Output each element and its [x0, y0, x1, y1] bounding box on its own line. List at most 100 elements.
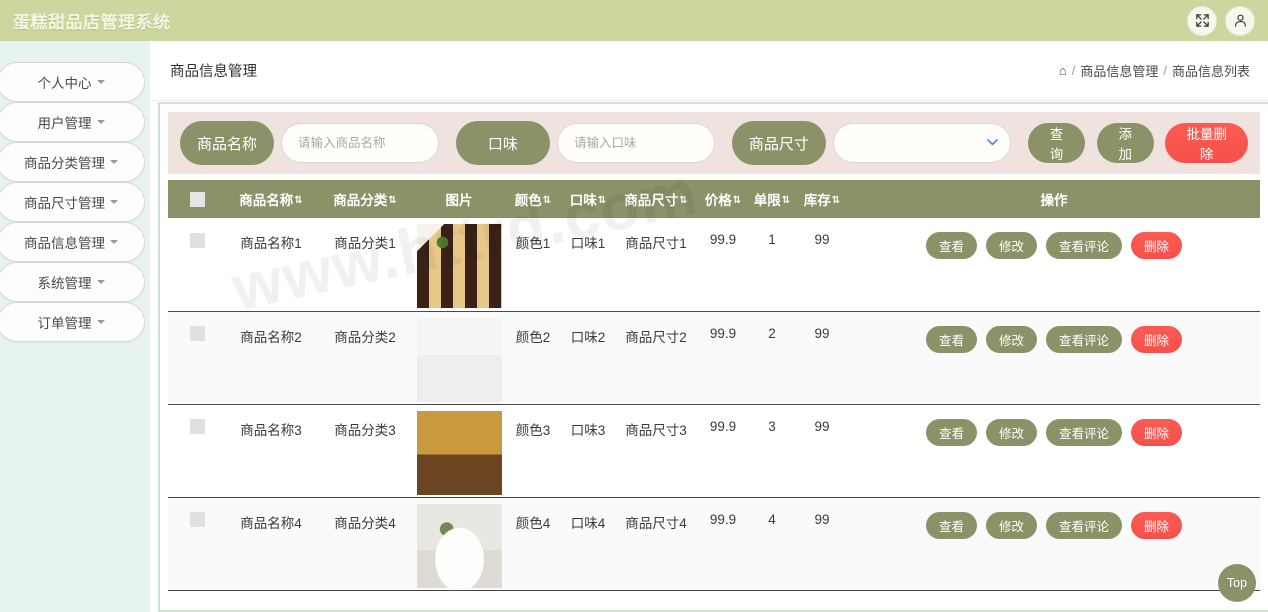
breadcrumb-separator: /: [1163, 63, 1167, 78]
row-select-cell[interactable]: [168, 311, 226, 405]
app-title: 蛋糕甜品店管理系统: [13, 13, 171, 32]
table-header-price[interactable]: 价格⇅: [698, 180, 748, 218]
row-checkbox[interactable]: [189, 419, 205, 435]
product-thumbnail[interactable]: [416, 503, 502, 588]
sidebar-item-order-management[interactable]: 订单管理: [0, 302, 145, 342]
cell-product-name: 商品名称3: [226, 404, 316, 498]
cell-category: 商品分类2: [316, 311, 414, 405]
delete-button[interactable]: 删除: [1131, 511, 1183, 539]
sidebar-item-label: 商品尺寸管理: [24, 196, 105, 211]
add-button[interactable]: 添加: [1096, 123, 1154, 163]
chevron-down-icon: [110, 240, 118, 244]
main-content: 商品信息管理 ⌂ / 商品信息管理 / 商品信息列表 商品名称 口味 商品尺寸: [150, 41, 1268, 612]
select-all-checkbox[interactable]: [189, 191, 205, 207]
table-header-flavor[interactable]: 口味⇅: [562, 180, 614, 218]
header-label: 商品分类: [333, 193, 388, 208]
delete-button[interactable]: 删除: [1131, 325, 1183, 353]
row-checkbox[interactable]: [189, 326, 205, 342]
view-comments-button[interactable]: 查看评论: [1046, 418, 1123, 446]
view-button[interactable]: 查看: [925, 418, 977, 446]
view-comments-button[interactable]: 查看评论: [1046, 232, 1123, 259]
breadcrumb: ⌂ / 商品信息管理 / 商品信息列表: [1059, 61, 1250, 80]
content-panel: 商品名称 口味 商品尺寸 查询 添加 批量删除: [158, 102, 1268, 612]
table-header-color[interactable]: 颜色⇅: [504, 180, 562, 218]
edit-button[interactable]: 修改: [985, 418, 1037, 446]
sidebar-item-size-management[interactable]: 商品尺寸管理: [0, 182, 145, 222]
sidebar-item-category-management[interactable]: 商品分类管理: [0, 142, 145, 182]
filter-label-flavor[interactable]: 口味: [455, 121, 550, 165]
row-checkbox[interactable]: [189, 512, 205, 528]
product-thumbnail[interactable]: [416, 410, 502, 495]
sidebar-item-user-management[interactable]: 用户管理: [0, 102, 145, 142]
table-row: 商品名称2 商品分类2 颜色2 口味2 商品尺寸2 99.9 2 99 查看 修…: [168, 311, 1260, 405]
edit-button[interactable]: 修改: [985, 325, 1037, 353]
sort-icon: ⇅: [679, 195, 688, 207]
sidebar-item-product-info-management[interactable]: 商品信息管理: [0, 222, 145, 262]
header-label: 商品尺寸: [624, 193, 679, 208]
search-input-product-name[interactable]: [281, 123, 439, 163]
breadcrumb-bar: 商品信息管理 ⌂ / 商品信息管理 / 商品信息列表: [150, 41, 1268, 101]
sidebar-item-label: 商品分类管理: [24, 156, 105, 171]
cell-size: 商品尺寸1: [614, 218, 698, 312]
fullscreen-button[interactable]: [1188, 6, 1216, 35]
cell-flavor: 口味1: [562, 218, 614, 312]
product-thumbnail[interactable]: [416, 317, 502, 402]
breadcrumb-item-product-list[interactable]: 商品信息列表: [1172, 61, 1250, 80]
sidebar-item-label: 订单管理: [37, 316, 92, 331]
table-header-category[interactable]: 商品分类⇅: [316, 180, 414, 218]
breadcrumb-item-product-info[interactable]: 商品信息管理: [1080, 61, 1158, 80]
sidebar-item-personal-center[interactable]: 个人中心: [0, 62, 145, 102]
table-row: 商品名称3 商品分类3 颜色3 口味3 商品尺寸3 99.9 3 99 查看 修…: [168, 404, 1260, 498]
row-select-cell[interactable]: [168, 497, 226, 591]
cell-category: 商品分类3: [316, 404, 414, 498]
cell-price: 99.9: [698, 218, 748, 312]
view-comments-button[interactable]: 查看评论: [1046, 511, 1123, 539]
cell-color: 颜色3: [504, 404, 562, 498]
batch-delete-button[interactable]: 批量删除: [1165, 123, 1249, 163]
view-button[interactable]: 查看: [925, 232, 977, 259]
cell-image: [414, 497, 504, 591]
table-header-limit[interactable]: 单限⇅: [748, 180, 796, 218]
user-menu-button[interactable]: [1226, 6, 1254, 35]
query-button[interactable]: 查询: [1027, 123, 1086, 163]
header-label: 口味: [569, 193, 597, 208]
row-actions: 查看 修改 查看评论 删除: [849, 511, 1259, 539]
delete-button[interactable]: 删除: [1131, 418, 1183, 446]
cell-stock: 99: [796, 311, 848, 405]
sort-icon: ⇅: [781, 195, 791, 207]
table-header-size[interactable]: 商品尺寸⇅: [614, 180, 698, 218]
delete-button[interactable]: 删除: [1131, 232, 1183, 259]
view-button[interactable]: 查看: [925, 511, 977, 539]
row-select-cell[interactable]: [168, 218, 226, 312]
table-header-select-all[interactable]: [168, 180, 226, 218]
user-icon: [1233, 13, 1248, 28]
product-table: 商品名称⇅ 商品分类⇅ 图片 颜色⇅ 口味⇅ 商品尺寸⇅ 价格⇅ 单限⇅ 库存⇅…: [168, 180, 1260, 591]
fullscreen-icon: [1195, 13, 1210, 28]
search-select-product-size[interactable]: [832, 123, 1011, 163]
app-header: 蛋糕甜品店管理系统: [0, 0, 1268, 41]
scroll-to-top-button[interactable]: Top: [1218, 564, 1256, 602]
sidebar-item-system-management[interactable]: 系统管理: [0, 262, 145, 302]
cell-image: [414, 218, 504, 312]
search-input-flavor[interactable]: [556, 123, 715, 163]
product-thumbnail[interactable]: [416, 224, 502, 308]
cell-flavor: 口味4: [562, 497, 614, 591]
edit-button[interactable]: 修改: [985, 232, 1037, 259]
cell-stock: 99: [796, 404, 848, 498]
edit-button[interactable]: 修改: [985, 511, 1037, 539]
table-header-stock[interactable]: 库存⇅: [796, 180, 848, 218]
filter-label-product-name[interactable]: 商品名称: [180, 121, 274, 165]
cell-size: 商品尺寸3: [614, 404, 698, 498]
table-header-product-name[interactable]: 商品名称⇅: [226, 180, 316, 218]
row-select-cell[interactable]: [168, 404, 226, 498]
filter-label-product-size[interactable]: 商品尺寸: [731, 121, 826, 165]
header-label: 价格: [704, 193, 732, 208]
home-icon[interactable]: ⌂: [1059, 63, 1067, 78]
view-button[interactable]: 查看: [925, 325, 977, 353]
cell-flavor: 口味2: [562, 311, 614, 405]
row-checkbox[interactable]: [189, 232, 205, 248]
cell-limit: 2: [748, 311, 796, 405]
cell-limit: 1: [748, 218, 796, 312]
cell-flavor: 口味3: [562, 404, 614, 498]
view-comments-button[interactable]: 查看评论: [1046, 325, 1123, 353]
